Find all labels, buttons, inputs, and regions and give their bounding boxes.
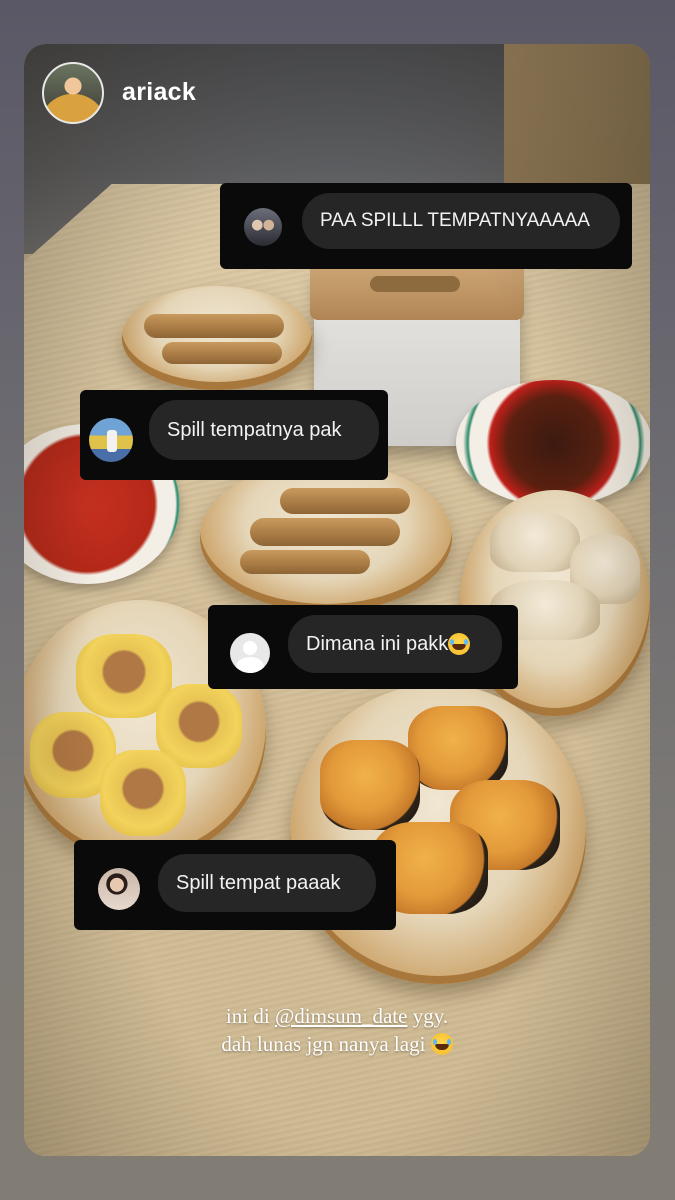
story-username[interactable]: ariack: [122, 78, 196, 107]
reply-text: Dimana ini pakk: [306, 632, 449, 655]
story-frame[interactable]: ariack PAA SPILLL TEMPATNYAAAAA Spill te…: [24, 44, 650, 1156]
couple-photo-avatar: [244, 208, 282, 246]
avatar-head-shape: [243, 641, 257, 655]
profile-photo-avatar[interactable]: [42, 62, 104, 124]
avatar-body-shape: [236, 657, 264, 673]
laughing-tears-emoji: [448, 633, 471, 655]
mention-link[interactable]: @dimsum_date: [275, 1004, 408, 1028]
figure-blue-sky-avatar: [89, 418, 133, 462]
reply-sticker[interactable]: Dimana ini pakk: [208, 605, 518, 689]
caption-line-1: ini di @dimsum_date ygy.: [24, 1004, 650, 1029]
caption-line-2: dah lunas jgn nanya lagi: [24, 1032, 650, 1057]
caption-prefix: ini di: [225, 1004, 275, 1028]
reply-pill: Dimana ini pakk: [288, 615, 502, 673]
reply-text: Spill tempat paaak: [158, 854, 376, 912]
reply-sticker[interactable]: PAA SPILLL TEMPATNYAAAAA: [220, 183, 632, 269]
reply-text: Spill tempatnya pak: [149, 400, 379, 460]
caption-suffix: ygy.: [407, 1004, 449, 1028]
default-user-avatar: [230, 633, 270, 673]
woman-photo-avatar: [98, 868, 140, 910]
laughing-tears-emoji: [430, 1033, 453, 1055]
figure-shape: [107, 430, 117, 452]
reply-text: PAA SPILLL TEMPATNYAAAAA: [302, 193, 620, 249]
caption-text: dah lunas jgn nanya lagi: [221, 1032, 426, 1056]
reply-sticker[interactable]: Spill tempat paaak: [74, 840, 396, 930]
reply-sticker[interactable]: Spill tempatnya pak: [80, 390, 388, 480]
